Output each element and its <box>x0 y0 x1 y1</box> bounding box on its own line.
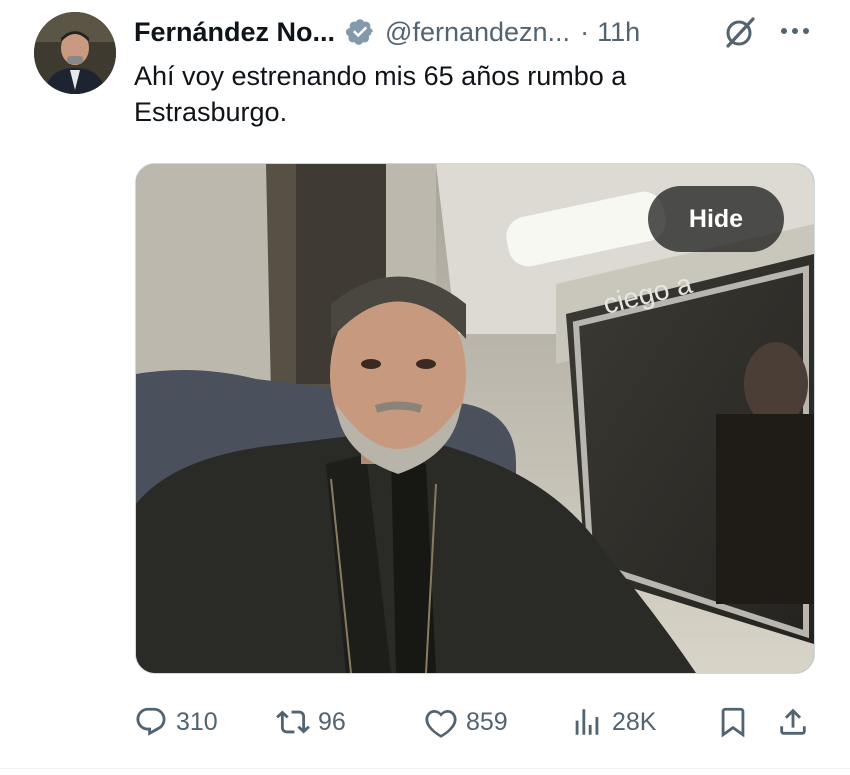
like-icon <box>425 709 457 738</box>
verified-icon[interactable] <box>345 17 375 47</box>
grok-icon[interactable] <box>722 14 758 50</box>
tweet-header: Fernández No... @fernandezn... · 11h <box>134 14 640 50</box>
tweet-media[interactable]: ciego a Hide <box>135 163 815 674</box>
repost-count: 96 <box>318 707 346 736</box>
reply-count: 310 <box>176 707 218 736</box>
hide-media-button[interactable]: Hide <box>648 186 784 252</box>
tweet-text: Ahí voy estrenando mis 65 años rumbo a E… <box>134 61 627 127</box>
reply-button[interactable]: 310 <box>134 700 218 744</box>
repost-button[interactable]: 96 <box>276 700 346 744</box>
time-separator: · <box>580 16 590 47</box>
avatar[interactable] <box>34 12 116 94</box>
views-button[interactable]: 28K <box>570 700 656 744</box>
views-icon <box>575 709 599 735</box>
timestamp[interactable]: 11h <box>597 17 640 48</box>
bookmark-button[interactable] <box>716 700 758 744</box>
like-count: 859 <box>466 707 508 736</box>
author-name[interactable]: Fernández No... <box>134 17 335 48</box>
share-icon <box>780 708 806 735</box>
like-button[interactable]: 859 <box>424 700 508 744</box>
tweet-actions: 310 96 859 28K <box>0 700 850 744</box>
share-button[interactable] <box>776 700 818 744</box>
views-count: 28K <box>612 707 657 736</box>
divider <box>0 768 850 769</box>
reply-icon <box>136 707 166 736</box>
author-handle[interactable]: @fernandezn... <box>385 17 570 48</box>
more-icon[interactable] <box>778 18 812 44</box>
bookmark-icon <box>721 707 745 738</box>
repost-icon <box>276 710 310 734</box>
